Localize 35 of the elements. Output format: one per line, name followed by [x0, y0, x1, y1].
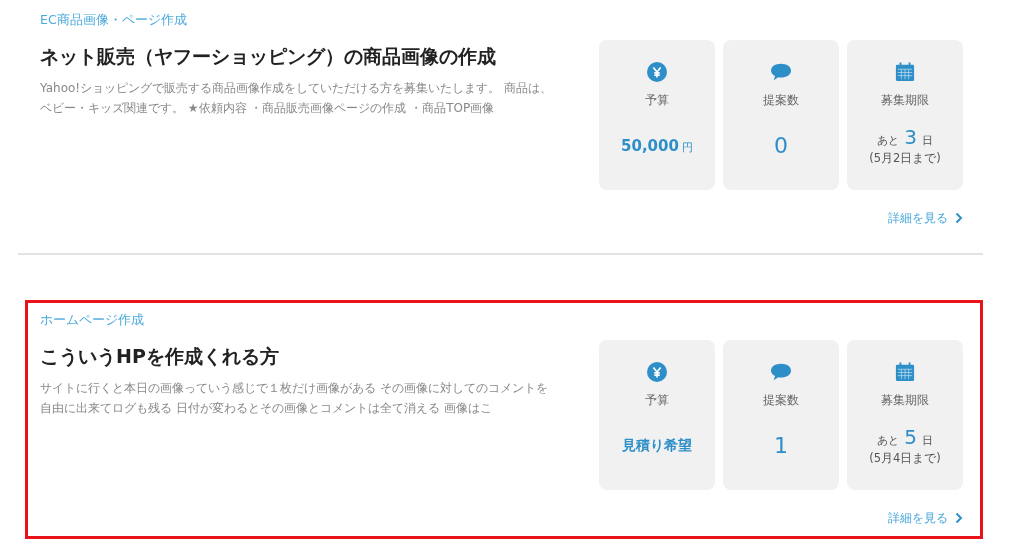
remaining-prefix: あと — [877, 133, 900, 148]
chevron-right-icon — [955, 512, 963, 524]
calendar-icon — [894, 62, 916, 82]
speech-bubble-icon — [770, 362, 792, 382]
job-description: Yahoo!ショッピングで販売する商品画像作成をしていただける方を募集いたします。 商品は、ベビー・キッズ関連です。 ★依頼内容 ・商品販売画像ページの作成 ・商品TOP画像 — [40, 80, 553, 117]
proposal-count: 1 — [774, 433, 788, 458]
deadline-date: (5月2日まで) — [869, 151, 941, 166]
category-label: ホームページ作成 — [40, 313, 144, 327]
deadline-date: (5月4日まで) — [869, 451, 941, 466]
budget-amount: 50,000 — [621, 136, 679, 155]
yen-icon — [646, 62, 668, 82]
job-title: こういうHPを作成くれる方 — [40, 344, 279, 369]
detail-link[interactable]: 詳細を見る — [888, 208, 963, 228]
calendar-icon — [894, 362, 916, 382]
remaining-prefix: あと — [877, 433, 900, 448]
day-unit: 日 — [921, 133, 933, 148]
stat-label: 予算 — [645, 92, 669, 109]
speech-bubble-icon — [770, 62, 792, 82]
category-label: EC商品画像・ページ作成 — [40, 13, 187, 27]
currency-unit: 円 — [681, 140, 693, 155]
proposal-count: 0 — [774, 133, 788, 158]
job-description: サイトに行くと本日の画像っていう感じで１枚だけ画像がある その画像に対してのコメントを自由に出来てログも残る 日付が変わるとその画像とコメントは全て消える 画像はこ — [40, 380, 549, 417]
job-title: ネット販売（ヤフーショッピング）の商品画像の作成 — [40, 44, 496, 69]
chevron-right-icon — [955, 212, 963, 224]
yen-icon — [646, 362, 668, 382]
remaining-days: 3 — [904, 125, 917, 149]
stat-label: 募集期限 — [881, 92, 929, 109]
stat-label: 提案数 — [763, 92, 799, 109]
stat-label: 予算 — [645, 392, 669, 409]
budget-amount: 見積り希望 — [622, 436, 692, 455]
remaining-days: 5 — [904, 425, 917, 449]
detail-link[interactable]: 詳細を見る — [888, 508, 963, 528]
stat-label: 提案数 — [763, 392, 799, 409]
day-unit: 日 — [921, 433, 933, 448]
stat-label: 募集期限 — [881, 392, 929, 409]
